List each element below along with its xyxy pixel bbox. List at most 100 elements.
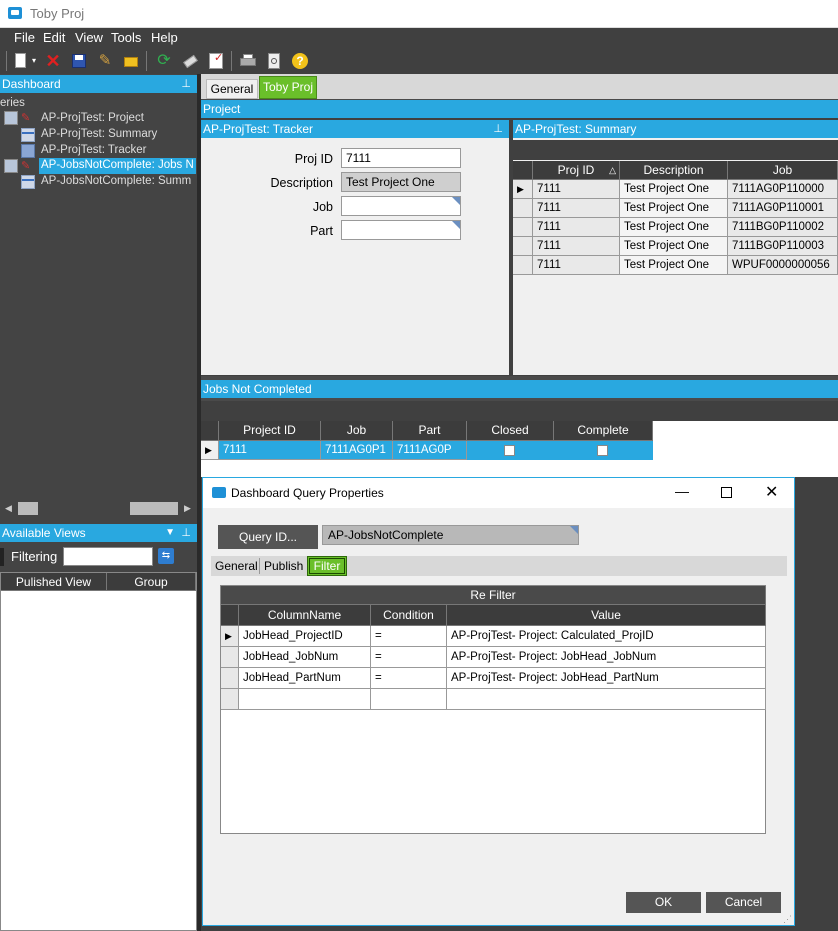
cell-description[interactable]: Test Project One (620, 218, 728, 237)
cell-columnname[interactable]: JobHead_ProjectID (239, 626, 371, 647)
cell-value[interactable]: AP-ProjTest- Project: JobHead_JobNum (447, 647, 766, 668)
new-dropdown-icon[interactable]: ▾ (30, 52, 38, 70)
table-row[interactable]: 7111 Test Project One 7111BG0P110003 (513, 237, 838, 256)
minimize-icon[interactable]: — (675, 483, 689, 499)
cell-job[interactable]: 7111BG0P110003 (728, 237, 838, 256)
delete-icon[interactable]: ✕ (44, 52, 62, 70)
dialog-tab-filter[interactable]: Filter (307, 556, 347, 576)
print-icon[interactable] (239, 52, 257, 70)
column-header-job[interactable]: Job (321, 421, 393, 441)
table-row[interactable]: ▶ 7111 Test Project One 7111AG0P110000 (513, 180, 838, 199)
dialog-tab-publish[interactable]: Publish (264, 559, 303, 573)
close-icon[interactable]: ✕ (765, 482, 778, 502)
cell-proj-id[interactable]: 7111 (533, 218, 620, 237)
dialog-tab-general[interactable]: General (215, 559, 258, 573)
column-header-complete[interactable]: Complete (554, 421, 653, 441)
cell-condition[interactable]: = (371, 647, 447, 668)
cell-proj-id[interactable]: 7111 (533, 256, 620, 275)
tree-item-jobs-summary[interactable]: AP-JobsNotComplete: Summ (41, 175, 191, 187)
column-header-condition[interactable]: Condition (371, 605, 447, 626)
cell-description[interactable]: Test Project One (620, 180, 728, 199)
menu-help[interactable]: Help (151, 30, 178, 45)
tree-item-project[interactable]: AP-ProjTest: Project (41, 112, 144, 124)
cell-columnname[interactable]: JobHead_PartNum (239, 668, 371, 689)
column-header-columnname[interactable]: ColumnName (239, 605, 371, 626)
cell-job[interactable]: WPUF0000000056 (728, 256, 838, 275)
tree-item-tracker[interactable]: AP-ProjTest: Tracker (41, 144, 146, 156)
cell-job[interactable]: 7111AG0P1 (321, 441, 393, 460)
column-header-value[interactable]: Value (447, 605, 766, 626)
resize-grip-icon[interactable]: ⋰ (783, 914, 792, 925)
column-header-proj-id[interactable]: Proj ID △ (533, 161, 620, 180)
table-row[interactable]: ▶ JobHead_ProjectID = AP-ProjTest- Project:… (221, 626, 766, 647)
table-row[interactable] (221, 689, 766, 710)
cell-project-id[interactable]: 7111 (219, 441, 321, 460)
tree-group-label[interactable]: eries (0, 97, 25, 109)
table-row[interactable]: JobHead_JobNum = AP-ProjTest- Project: Job… (221, 647, 766, 668)
scroll-track[interactable] (130, 502, 178, 515)
cell-value[interactable]: AP-ProjTest- Project: Calculated_ProjID (447, 626, 766, 647)
cell-condition[interactable]: = (371, 626, 447, 647)
column-header-job[interactable]: Job (728, 161, 838, 180)
cell-proj-id[interactable]: 7111 (533, 237, 620, 256)
cell-description[interactable]: Test Project One (620, 256, 728, 275)
menu-tools[interactable]: Tools (111, 30, 141, 45)
scroll-thumb[interactable] (18, 502, 38, 515)
column-header-published-view[interactable]: Pulished View (1, 573, 107, 591)
menu-file[interactable]: File (14, 30, 35, 45)
cell-job[interactable]: 7111AG0P110001 (728, 199, 838, 218)
clear-icon[interactable]: ✎ (96, 52, 114, 70)
maximize-icon[interactable] (721, 487, 732, 498)
proj-id-field[interactable]: 7111 (341, 148, 461, 168)
cell-proj-id[interactable]: 7111 (533, 180, 620, 199)
table-row[interactable]: 7111 Test Project One 7111AG0P110001 (513, 199, 838, 218)
tab-toby-proj[interactable]: Toby Proj (259, 76, 317, 99)
part-field[interactable] (341, 220, 461, 240)
table-row[interactable]: 7111 Test Project One WPUF0000000056 (513, 256, 838, 275)
cell-value[interactable]: AP-ProjTest- Project: JobHead_PartNum (447, 668, 766, 689)
eraser-icon[interactable] (181, 52, 199, 70)
cell-description[interactable]: Test Project One (620, 199, 728, 218)
tab-general[interactable]: General (206, 79, 258, 99)
filter-apply-icon[interactable]: ⇆ (158, 548, 174, 564)
query-id-button[interactable]: Query ID... (218, 525, 318, 549)
folder-icon[interactable] (122, 52, 140, 70)
pin-icon[interactable]: ⊥ (181, 524, 191, 542)
cell-job[interactable]: 7111BG0P110002 (728, 218, 838, 237)
tree-item-jobs-not-complete[interactable]: AP-JobsNotComplete: Jobs N (41, 159, 194, 171)
cell-condition[interactable] (371, 689, 447, 710)
cell-columnname[interactable]: JobHead_JobNum (239, 647, 371, 668)
cell-columnname[interactable] (239, 689, 371, 710)
new-icon[interactable] (12, 52, 30, 70)
menu-view[interactable]: View (75, 30, 103, 45)
cancel-button[interactable]: Cancel (706, 892, 781, 913)
save-icon[interactable] (70, 52, 88, 70)
dropdown-icon[interactable]: ▼ (165, 524, 175, 542)
column-header-group[interactable]: Group (107, 573, 196, 591)
cell-part[interactable]: 7111AG0P (393, 441, 467, 460)
cell-condition[interactable]: = (371, 668, 447, 689)
column-header-description[interactable]: Description (620, 161, 728, 180)
horizontal-scrollbar[interactable]: ◀ ▶ (0, 500, 197, 517)
column-header-project-id[interactable]: Project ID (219, 421, 321, 441)
cell-proj-id[interactable]: 7111 (533, 199, 620, 218)
menu-edit[interactable]: Edit (43, 30, 65, 45)
complete-checkbox[interactable] (597, 445, 608, 456)
column-header-part[interactable]: Part (393, 421, 467, 441)
closed-checkbox[interactable] (504, 445, 515, 456)
refresh-icon[interactable]: ⟳ (155, 52, 173, 70)
tree-item-summary[interactable]: AP-ProjTest: Summary (41, 128, 157, 140)
filtering-input[interactable] (63, 547, 153, 566)
checklist-icon[interactable]: ✓ (207, 52, 225, 70)
help-icon[interactable]: ? (291, 52, 309, 70)
table-row[interactable]: 7111 Test Project One 7111BG0P110002 (513, 218, 838, 237)
pin-icon[interactable]: ⊥ (181, 75, 191, 93)
table-row[interactable]: JobHead_PartNum = AP-ProjTest- Project: Jo… (221, 668, 766, 689)
cell-job[interactable]: 7111AG0P110000 (728, 180, 838, 199)
print-preview-icon[interactable] (265, 52, 283, 70)
pin-icon[interactable]: ⊥ (493, 120, 503, 138)
scroll-left-icon[interactable]: ◀ (5, 503, 12, 514)
ok-button[interactable]: OK (626, 892, 701, 913)
column-header-closed[interactable]: Closed (467, 421, 554, 441)
cell-value[interactable] (447, 689, 766, 710)
